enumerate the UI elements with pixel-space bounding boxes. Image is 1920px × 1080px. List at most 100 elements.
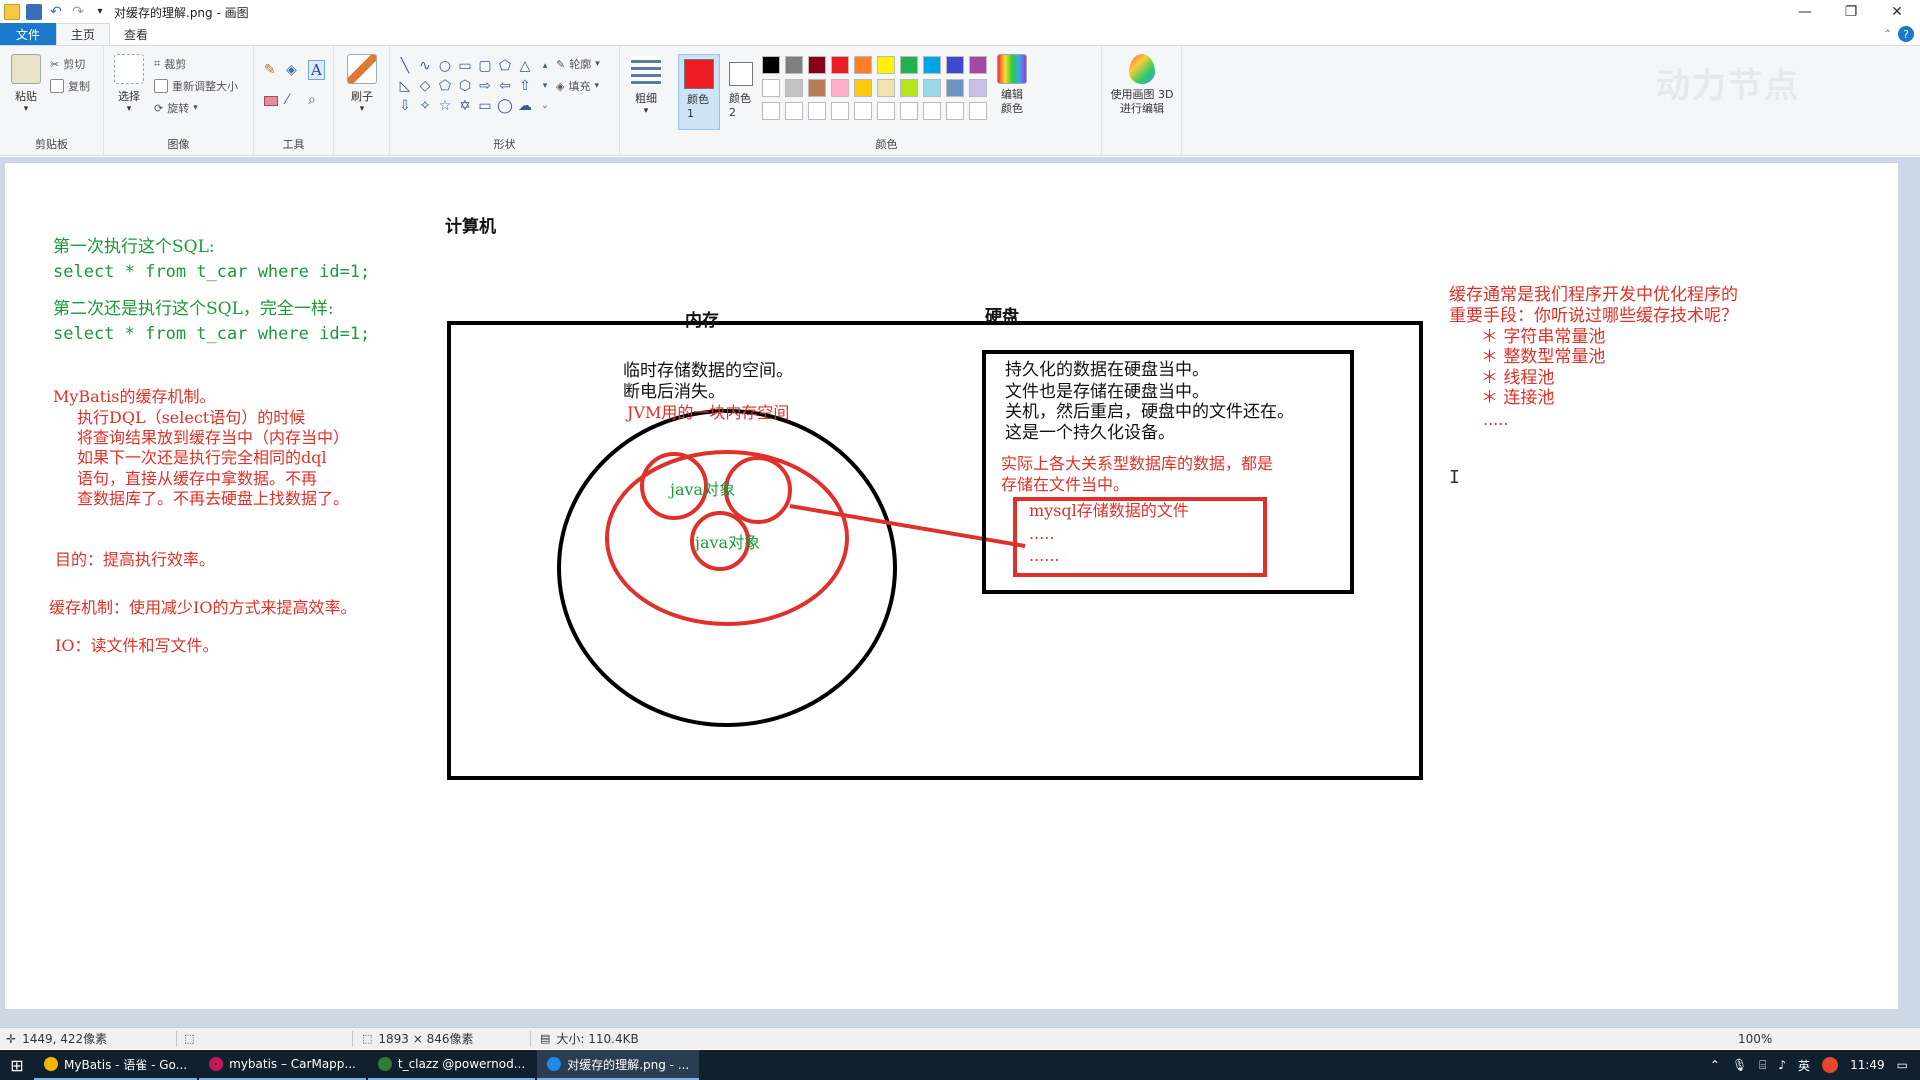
rotate-button[interactable]: ⟳ 旋转 ▾: [154, 100, 198, 116]
drawing-canvas[interactable]: 第一次执行这个SQL: select * from t_car where id…: [5, 163, 1898, 1009]
help-icon[interactable]: ?: [1898, 26, 1914, 42]
palette-swatch[interactable]: [900, 56, 918, 74]
six-point-star-shape-icon[interactable]: ✡: [455, 96, 475, 116]
color-picker-icon[interactable]: ⁄: [286, 92, 288, 108]
left-arrow-shape-icon[interactable]: ⇦: [495, 76, 515, 96]
palette-swatch[interactable]: [785, 56, 803, 74]
fill-bucket-icon[interactable]: ◈: [286, 62, 297, 78]
palette-swatch[interactable]: [762, 79, 780, 97]
palette-swatch[interactable]: [877, 56, 895, 74]
copy-button[interactable]: 复制: [50, 78, 90, 94]
triangle-shape-icon[interactable]: △: [515, 56, 535, 76]
rectangle-shape-icon[interactable]: ▭: [455, 56, 475, 76]
crop-button[interactable]: ⌗ 裁剪: [154, 56, 186, 72]
taskbar-app-button[interactable]: MyBatis - 语雀 - Go...: [34, 1050, 198, 1080]
line-shape-icon[interactable]: ╲: [395, 56, 415, 76]
palette-swatch[interactable]: [969, 56, 987, 74]
edit-colors-button[interactable]: 编辑颜色: [992, 54, 1032, 116]
color-palette[interactable]: [762, 56, 991, 124]
select-button[interactable]: 选择 ▾: [112, 54, 146, 114]
palette-swatch[interactable]: [831, 79, 849, 97]
tab-file[interactable]: 文件: [0, 23, 56, 45]
palette-swatch[interactable]: [923, 79, 941, 97]
taskbar-app-button[interactable]: t_clazz @powernod...: [367, 1050, 536, 1080]
palette-custom-swatch[interactable]: [900, 102, 918, 120]
color1-button[interactable]: 颜色 1: [678, 54, 720, 130]
microphone-icon[interactable]: 🎙: [1732, 1058, 1747, 1072]
text-tool-icon[interactable]: A: [308, 60, 325, 80]
pencil-icon[interactable]: ✎: [264, 62, 276, 78]
palette-custom-swatch[interactable]: [877, 102, 895, 120]
paint3d-button[interactable]: 使用画图 3D 进行编辑: [1108, 54, 1176, 116]
network-icon[interactable]: ⌸: [1759, 1058, 1766, 1073]
ime-language[interactable]: 英: [1798, 1057, 1810, 1074]
polygon-shape-icon[interactable]: ⬠: [495, 56, 515, 76]
palette-swatch[interactable]: [785, 79, 803, 97]
hexagon-shape-icon[interactable]: ⬡: [455, 76, 475, 96]
palette-swatch[interactable]: [762, 56, 780, 74]
palette-swatch[interactable]: [900, 79, 918, 97]
close-button[interactable]: ✕: [1874, 0, 1920, 24]
tab-view[interactable]: 查看: [110, 23, 162, 45]
callout-cloud-shape-icon[interactable]: ☁: [515, 96, 535, 116]
palette-custom-swatch[interactable]: [854, 102, 872, 120]
zoom-control[interactable]: 100%: [1738, 1032, 1772, 1046]
palette-custom-swatch[interactable]: [831, 102, 849, 120]
palette-swatch[interactable]: [877, 79, 895, 97]
notification-icon[interactable]: ▭: [1897, 1058, 1908, 1072]
sogou-ime-icon[interactable]: [1822, 1057, 1839, 1073]
callout-oval-shape-icon[interactable]: ◯: [495, 96, 515, 116]
curve-shape-icon[interactable]: ∿: [415, 56, 435, 76]
palette-swatch[interactable]: [854, 56, 872, 74]
palette-swatch[interactable]: [854, 79, 872, 97]
paste-button[interactable]: 粘贴 ▾: [8, 54, 44, 114]
five-point-star-shape-icon[interactable]: ☆: [435, 96, 455, 116]
redo-icon[interactable]: ↷: [70, 4, 86, 20]
right-arrow-shape-icon[interactable]: ⇨: [475, 76, 495, 96]
more-shapes-icon[interactable]: ⌄: [535, 96, 555, 116]
palette-swatch[interactable]: [946, 79, 964, 97]
palette-custom-swatch[interactable]: [785, 102, 803, 120]
palette-swatch[interactable]: [808, 56, 826, 74]
pentagon-shape-icon[interactable]: ⬠: [435, 76, 455, 96]
down-arrow-shape-icon[interactable]: ⇩: [395, 96, 415, 116]
resize-button[interactable]: 重新调整大小: [154, 78, 238, 94]
palette-custom-swatch[interactable]: [923, 102, 941, 120]
palette-swatch[interactable]: [946, 56, 964, 74]
palette-swatch[interactable]: [808, 79, 826, 97]
brush-button[interactable]: 刷子 ▾: [342, 54, 382, 114]
windows-start-icon[interactable]: ⊞: [0, 1050, 34, 1080]
taskbar-app-button[interactable]: mybatis – CarMapp...: [199, 1050, 366, 1080]
undo-icon[interactable]: ↶: [48, 4, 64, 20]
outline-button[interactable]: ✎ 轮廓 ▾: [556, 56, 600, 72]
palette-custom-swatch[interactable]: [762, 102, 780, 120]
palette-swatch[interactable]: [831, 56, 849, 74]
palette-swatch[interactable]: [969, 79, 987, 97]
cut-button[interactable]: ✂ 剪切: [50, 56, 85, 72]
palette-custom-swatch[interactable]: [946, 102, 964, 120]
volume-icon[interactable]: ♪: [1778, 1058, 1786, 1072]
color2-button[interactable]: 颜色 2: [724, 54, 758, 130]
right-triangle-shape-icon[interactable]: ◺: [395, 76, 415, 96]
clock[interactable]: 11:49: [1850, 1058, 1885, 1072]
magnifier-icon[interactable]: ⌕: [308, 92, 316, 108]
scroll-up-icon[interactable]: ▴: [535, 56, 555, 76]
four-point-star-shape-icon[interactable]: ✧: [415, 96, 435, 116]
restore-button[interactable]: ❐: [1828, 0, 1874, 24]
palette-custom-swatch[interactable]: [808, 102, 826, 120]
callout-rect-shape-icon[interactable]: ▭: [475, 96, 495, 116]
palette-custom-swatch[interactable]: [969, 102, 987, 120]
up-arrow-shape-icon[interactable]: ⇧: [515, 76, 535, 96]
eraser-icon[interactable]: [264, 96, 278, 106]
oval-shape-icon[interactable]: ○: [435, 56, 455, 76]
minimize-button[interactable]: —: [1782, 0, 1828, 24]
taskbar-app-button[interactable]: 对缓存的理解.png - ...: [537, 1050, 700, 1080]
collapse-ribbon-icon[interactable]: ⌃: [1884, 29, 1892, 40]
fill-button[interactable]: ◈ 填充 ▾: [556, 78, 599, 94]
tray-expand-icon[interactable]: ⌃: [1710, 1058, 1720, 1072]
shapes-gallery[interactable]: ╲ ∿ ○ ▭ ▢ ⬠ △ ▴ ◺ ◇ ⬠ ⬡ ⇨ ⇦ ⇧ ▾ ⇩ ✧ ☆ ✡ …: [395, 56, 555, 116]
palette-swatch[interactable]: [923, 56, 941, 74]
rounded-rectangle-shape-icon[interactable]: ▢: [475, 56, 495, 76]
customize-quick-access-icon[interactable]: ▾: [92, 4, 108, 20]
tab-home[interactable]: 主页: [56, 23, 111, 45]
